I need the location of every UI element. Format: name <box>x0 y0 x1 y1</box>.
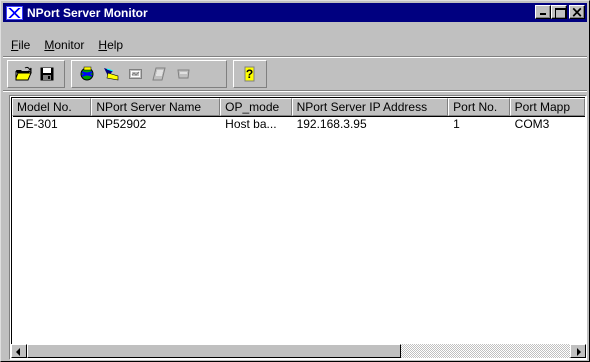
menu-monitor[interactable]: Monitor <box>36 36 90 54</box>
cell-port-mapping: COM3 <box>514 117 550 131</box>
arrow-left-icon <box>16 348 20 356</box>
server-list-content: Model No. NPort Server Name OP_mode NPor… <box>11 97 585 358</box>
scroll-left-button[interactable] <box>11 344 27 358</box>
help-button[interactable]: ? <box>238 63 261 85</box>
main-window: NPort Server Monitor File Monitor Help ?… <box>0 0 590 362</box>
title-bar[interactable]: NPort Server Monitor <box>3 3 587 22</box>
horizontal-scrollbar[interactable] <box>11 344 586 358</box>
serial-port-button[interactable] <box>172 63 195 85</box>
monitor-icon <box>129 69 142 79</box>
cell-port-no: 1 <box>453 117 460 131</box>
menu-monitor-label: onitor <box>54 37 85 52</box>
cell-server-name: NP52902 <box>96 117 147 131</box>
toolbar: ? <box>3 59 587 89</box>
menu-help-label: elp <box>107 37 124 52</box>
script-icon <box>152 67 166 81</box>
column-op-mode[interactable]: OP_mode <box>220 98 292 116</box>
search-button[interactable] <box>76 63 99 85</box>
scroll-right-button[interactable] <box>570 344 586 358</box>
broadcast-search-icon <box>104 68 119 81</box>
open-button[interactable] <box>12 63 35 85</box>
open-folder-icon <box>15 66 32 81</box>
serial-port-icon <box>177 69 190 79</box>
list-header: Model No. NPort Server Name OP_mode NPor… <box>12 98 585 116</box>
broadcast-search-button[interactable] <box>100 63 123 85</box>
column-port-mapping[interactable]: Port Mapp <box>509 98 585 116</box>
toolbar-group-help: ? <box>233 60 267 88</box>
save-button[interactable] <box>36 63 59 85</box>
toolbar-group-monitor <box>71 60 227 88</box>
arrow-right-icon <box>577 348 581 356</box>
svg-text:?: ? <box>246 67 253 81</box>
window-controls <box>535 3 585 21</box>
monitor-button[interactable] <box>124 63 147 85</box>
help-icon: ? <box>244 66 255 82</box>
menu-help[interactable]: Help <box>90 36 129 54</box>
close-icon <box>570 3 584 21</box>
toolbar-group-file <box>7 60 65 88</box>
menu-help-accel: H <box>98 37 108 52</box>
minimize-icon <box>536 6 550 18</box>
scroll-thumb[interactable] <box>27 344 401 358</box>
window-title: NPort Server Monitor <box>27 5 148 20</box>
cell-model-no: DE-301 <box>17 117 58 131</box>
close-button[interactable] <box>569 3 585 21</box>
menu-monitor-accel: M <box>44 37 55 52</box>
menu-file-label: ile <box>18 37 31 52</box>
minimize-button[interactable] <box>535 5 551 19</box>
scroll-track[interactable] <box>401 344 570 358</box>
table-row[interactable]: DE-301 NP52902 Host ba... 192.168.3.95 1… <box>12 116 585 132</box>
cell-op-mode: Host ba... <box>225 117 277 131</box>
menu-bar: File Monitor Help <box>3 35 129 54</box>
menu-separator <box>3 56 587 58</box>
maximize-icon <box>552 6 566 19</box>
script-button[interactable] <box>148 63 171 85</box>
column-server-name[interactable]: NPort Server Name <box>91 98 221 116</box>
app-envelope-icon[interactable] <box>6 5 23 20</box>
column-ip-address[interactable]: NPort Server IP Address <box>291 98 449 116</box>
menu-file[interactable]: File <box>3 36 36 54</box>
column-model-no[interactable]: Model No. <box>12 98 92 116</box>
toolbar-separator <box>3 90 587 92</box>
server-list[interactable]: Model No. NPort Server Name OP_mode NPor… <box>9 95 587 360</box>
cell-ip-address: 192.168.3.95 <box>296 117 367 131</box>
maximize-button[interactable] <box>551 5 567 19</box>
column-port-no[interactable]: Port No. <box>448 98 510 116</box>
search-globe-icon <box>80 66 94 81</box>
save-disk-icon <box>40 67 54 81</box>
